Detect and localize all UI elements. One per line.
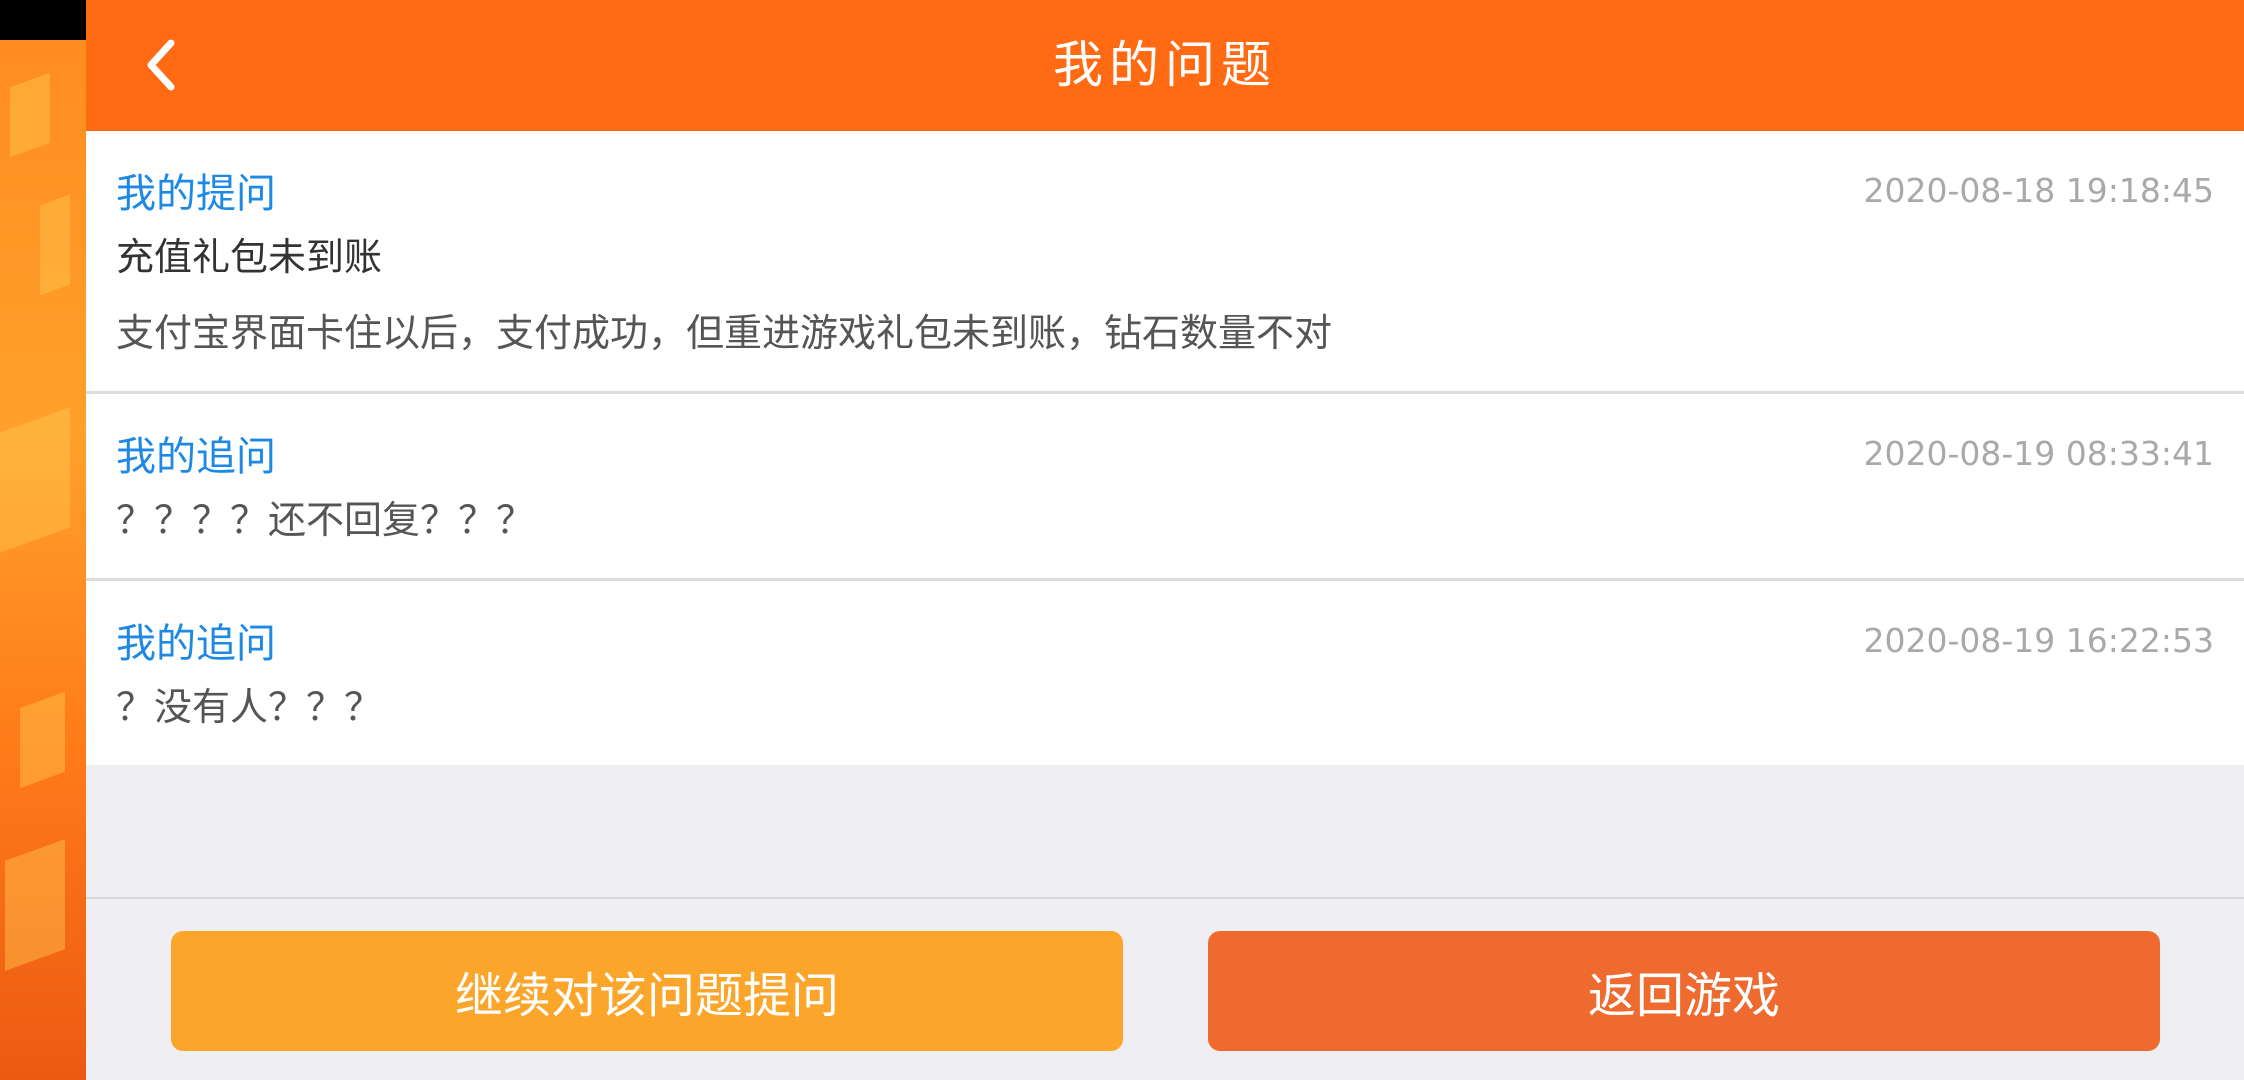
followup-entry: 我的追问 2020-08-19 08:33:41 ？？？？还不回复？？？ xyxy=(86,394,2244,581)
header-bar: 我的问题 xyxy=(86,0,2244,131)
decor-shape xyxy=(0,407,70,553)
app-window: 我的问题 我的提问 2020-08-18 19:18:45 充值礼包未到账 支付… xyxy=(0,0,2244,1080)
followup-body: ？没有人？？？ xyxy=(116,685,383,729)
question-body: 支付宝界面卡住以后，支付成功，但重进游戏礼包未到账，钻石数量不对 xyxy=(116,311,1333,355)
entry-timestamp: 2020-08-19 16:22:53 xyxy=(1863,621,2214,660)
page-title: 我的问题 xyxy=(1053,36,1277,94)
status-bar-corner xyxy=(0,0,86,40)
decor-shape xyxy=(20,691,65,789)
decor-shape xyxy=(10,72,50,158)
followup-entry: 我的追问 2020-08-19 16:22:53 ？没有人？？？ xyxy=(86,581,2244,765)
question-title: 充值礼包未到账 xyxy=(116,235,383,279)
entry-label: 我的追问 xyxy=(116,621,276,667)
action-footer: 继续对该问题提问 返回游戏 xyxy=(86,897,2244,1080)
return-to-game-button[interactable]: 返回游戏 xyxy=(1208,931,2160,1051)
decor-shape xyxy=(40,194,70,296)
question-thread: 我的提问 2020-08-18 19:18:45 充值礼包未到账 支付宝界面卡住… xyxy=(86,131,2244,765)
my-questions-panel: 我的问题 我的提问 2020-08-18 19:18:45 充值礼包未到账 支付… xyxy=(86,0,2244,1080)
question-entry: 我的提问 2020-08-18 19:18:45 充值礼包未到账 支付宝界面卡住… xyxy=(86,131,2244,394)
entry-timestamp: 2020-08-18 19:18:45 xyxy=(1863,171,2214,210)
entry-timestamp: 2020-08-19 08:33:41 xyxy=(1863,434,2214,473)
entry-header: 我的提问 2020-08-18 19:18:45 xyxy=(116,131,2214,219)
entry-header: 我的追问 2020-08-19 16:22:53 xyxy=(116,581,2214,669)
game-background-strip xyxy=(0,0,86,1080)
followup-body: ？？？？还不回复？？？ xyxy=(116,498,535,542)
entry-label: 我的提问 xyxy=(116,171,276,217)
decor-shape xyxy=(5,839,65,971)
continue-asking-button[interactable]: 继续对该问题提问 xyxy=(171,931,1123,1051)
entry-header: 我的追问 2020-08-19 08:33:41 xyxy=(116,394,2214,482)
entry-label: 我的追问 xyxy=(116,434,276,480)
